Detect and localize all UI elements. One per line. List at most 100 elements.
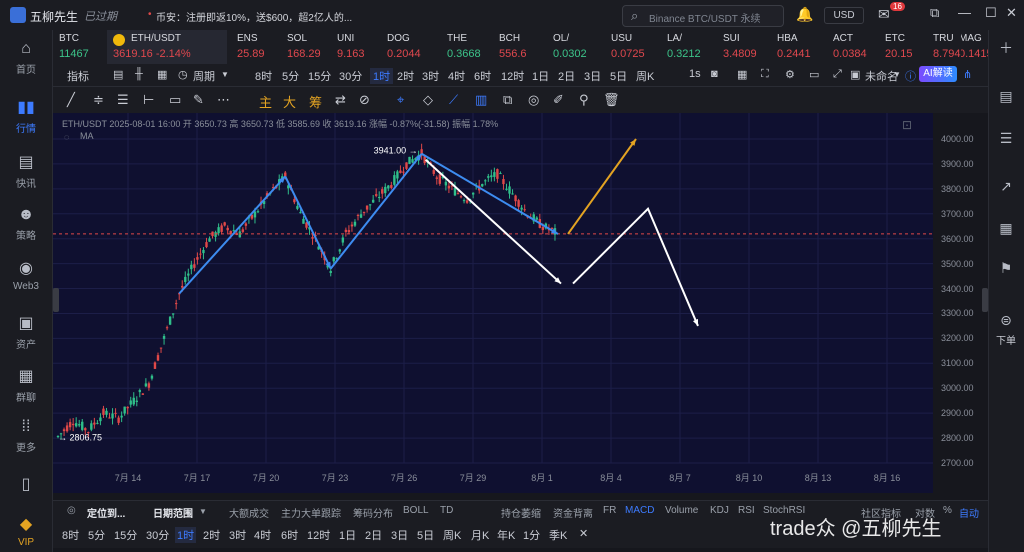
ind-volume[interactable]: Volume bbox=[665, 505, 698, 516]
percent-scale-toggle[interactable]: % bbox=[943, 505, 952, 516]
sidebar-item-more[interactable]: ⁞⁞ 更多 bbox=[0, 418, 52, 454]
tf-3h[interactable]: 3时 bbox=[422, 68, 439, 84]
sidebar-item-assets[interactable]: ▣ 资产 bbox=[0, 313, 52, 351]
window-close-icon[interactable]: ✕ bbox=[1006, 5, 1017, 21]
parallel-lines-icon[interactable]: ≑ bbox=[93, 92, 104, 108]
ind-kdj[interactable]: KDJ bbox=[710, 505, 729, 516]
search-input[interactable]: ⌕ Binance BTC/USDT 永续 bbox=[622, 5, 784, 27]
sidebar-item-news[interactable]: ▤ 快讯 bbox=[0, 152, 52, 190]
chip-button[interactable]: 筹 bbox=[309, 92, 322, 111]
tf-1d[interactable]: 1日 bbox=[532, 68, 549, 84]
btf-8h[interactable]: 8时 bbox=[62, 527, 79, 543]
tf-12h[interactable]: 12时 bbox=[501, 68, 524, 84]
window-minimize-icon[interactable]: — bbox=[958, 5, 971, 20]
calendar-icon[interactable]: ▤ bbox=[113, 68, 123, 81]
ticker-la[interactable]: LA/0.3212 bbox=[661, 30, 717, 64]
horizontal-lines-icon[interactable]: ☰ bbox=[117, 92, 129, 108]
compare-icon[interactable]: ▦ bbox=[157, 68, 167, 81]
left-collapse-handle[interactable] bbox=[53, 288, 59, 312]
ind-main-orders[interactable]: 主力大单跟踪 bbox=[281, 505, 341, 520]
fullscreen-icon[interactable]: ⛶ bbox=[761, 68, 769, 81]
btf-3d[interactable]: 3日 bbox=[391, 527, 408, 543]
brush-icon[interactable]: ✐ bbox=[553, 92, 564, 108]
btf-year[interactable]: 年K bbox=[497, 527, 515, 543]
ind-chip-dist[interactable]: 筹码分布 bbox=[353, 505, 393, 520]
visibility-icon[interactable]: ◎ bbox=[528, 92, 539, 108]
pencil-icon[interactable]: ✎ bbox=[193, 92, 204, 108]
sidebar-item-home[interactable]: ⌂ 首页 bbox=[0, 40, 52, 76]
bell-icon[interactable]: 🔔 bbox=[796, 6, 813, 23]
btf-quarter[interactable]: 季K bbox=[549, 527, 567, 543]
sidebar-item-market[interactable]: ▮▮ 行情 bbox=[0, 97, 52, 135]
ind-boll[interactable]: BOLL bbox=[403, 505, 429, 516]
price-axis[interactable]: 4000.00 3900.00 3800.00 3700.00 3600.00 3500.… bbox=[933, 113, 988, 493]
ticker-mag[interactable]: MAG 0.1415 bbox=[961, 30, 988, 64]
grid-icon[interactable]: ▦ bbox=[737, 68, 747, 81]
btf-4h[interactable]: 4时 bbox=[254, 527, 271, 543]
large-order-button[interactable]: 大 bbox=[283, 92, 296, 111]
magnet-mode-icon[interactable]: ⟋ bbox=[449, 92, 458, 108]
sidebar-item-chat[interactable]: ▦ 群聊 bbox=[0, 366, 52, 404]
currency-select[interactable]: USD bbox=[824, 7, 864, 24]
visibility-toggle-icon[interactable]: ◌ bbox=[64, 132, 69, 142]
btf-5d[interactable]: 5日 bbox=[417, 527, 434, 543]
btf-12h[interactable]: 12时 bbox=[307, 527, 330, 543]
price-chart[interactable]: 7月 14 7月 17 7月 20 7月 23 7月 26 7月 29 8月 1 8月 4 8月… bbox=[53, 113, 933, 493]
locate-button[interactable]: 定位到... bbox=[87, 505, 125, 520]
location-icon[interactable]: ◎ bbox=[67, 505, 76, 516]
layout-chevron-icon[interactable]: ▼ bbox=[893, 70, 901, 79]
ticker-the[interactable]: THE 0.3668 bbox=[441, 30, 497, 64]
swap-icon[interactable]: ⇄ bbox=[335, 92, 346, 108]
date-range-button[interactable]: 日期范围 bbox=[153, 505, 193, 520]
ai-analysis-button[interactable]: AI解读 bbox=[919, 66, 957, 82]
ticker-hba[interactable]: HBA 0.2441 bbox=[771, 30, 827, 64]
share-icon[interactable]: ⋔ bbox=[963, 68, 972, 81]
tf-2d[interactable]: 2日 bbox=[558, 68, 575, 84]
ticker-eth-active[interactable]: ETH/USDT 3619.16 -2.14% bbox=[107, 30, 227, 64]
trash-icon[interactable]: 🗑 bbox=[603, 92, 620, 108]
btf-1h[interactable]: 1时 bbox=[175, 527, 197, 543]
ma-indicator-label[interactable]: MA bbox=[80, 131, 94, 141]
sidebar-item-web3[interactable]: ◉ Web3 bbox=[0, 258, 52, 292]
ticker-bch[interactable]: BCH 556.6 bbox=[493, 30, 549, 64]
ind-oi-shrink[interactable]: 持仓萎缩 bbox=[501, 505, 541, 520]
magnet-icon[interactable]: ⊘ bbox=[359, 92, 370, 108]
ticker-ens[interactable]: ENS 25.89 bbox=[231, 30, 287, 64]
btf-30m[interactable]: 30分 bbox=[146, 527, 169, 543]
btf-15m[interactable]: 15分 bbox=[114, 527, 137, 543]
settings-icon[interactable]: ⚙ bbox=[785, 68, 795, 81]
right-collapse-handle[interactable] bbox=[982, 288, 988, 312]
btf-1d[interactable]: 1日 bbox=[339, 527, 356, 543]
clock-icon[interactable]: ◷ bbox=[178, 68, 188, 81]
ind-macd[interactable]: MACD bbox=[625, 505, 654, 516]
btf-3h[interactable]: 3时 bbox=[229, 527, 246, 543]
btf-month[interactable]: 月K bbox=[471, 527, 489, 543]
news-ticker[interactable]: 币安：注册即返10%，送$600，超2亿人的... bbox=[156, 9, 352, 24]
ind-fr[interactable]: FR bbox=[603, 505, 616, 516]
list-icon[interactable]: ☰ bbox=[988, 130, 1024, 147]
login-status-badge[interactable]: 已过期 bbox=[84, 8, 117, 24]
chart-settings-icon[interactable]: ⊡ bbox=[902, 118, 912, 132]
btf-2h[interactable]: 2时 bbox=[203, 527, 220, 543]
add-icon[interactable]: ＋ bbox=[988, 38, 1024, 58]
btf-1m[interactable]: 1分 bbox=[523, 527, 540, 543]
order-icon[interactable]: ⊜ bbox=[988, 312, 1024, 329]
tf-8h[interactable]: 8时 bbox=[255, 68, 272, 84]
window-maximize-icon[interactable]: ☐ bbox=[985, 5, 997, 21]
crosshair-icon[interactable]: ⌖ bbox=[397, 92, 404, 108]
btf-5m[interactable]: 5分 bbox=[88, 527, 105, 543]
ticker-act[interactable]: ACT 0.0384 bbox=[827, 30, 883, 64]
sidebar-item-vip[interactable]: ◆ VIP bbox=[0, 514, 52, 548]
rectangle-icon[interactable]: ▭ bbox=[169, 92, 181, 108]
indicators-button[interactable]: 指标 bbox=[67, 68, 89, 84]
ticker-btc[interactable]: BTC 11467 bbox=[53, 30, 109, 64]
ruler-icon[interactable]: ◇ bbox=[423, 92, 433, 108]
tf-1h[interactable]: 1时 bbox=[370, 68, 394, 84]
camera-icon[interactable]: ◙ bbox=[711, 68, 718, 80]
mail-icon[interactable]: ✉ bbox=[878, 6, 890, 23]
filter-icon[interactable]: ⚲ bbox=[579, 92, 589, 108]
ticker-usu[interactable]: USU 0.0725 bbox=[605, 30, 661, 64]
chevron-down-icon[interactable]: ▼ bbox=[221, 70, 229, 79]
horizontal-ray-icon[interactable]: ⊢ bbox=[143, 92, 154, 108]
period-button[interactable]: 周期 bbox=[193, 68, 215, 84]
